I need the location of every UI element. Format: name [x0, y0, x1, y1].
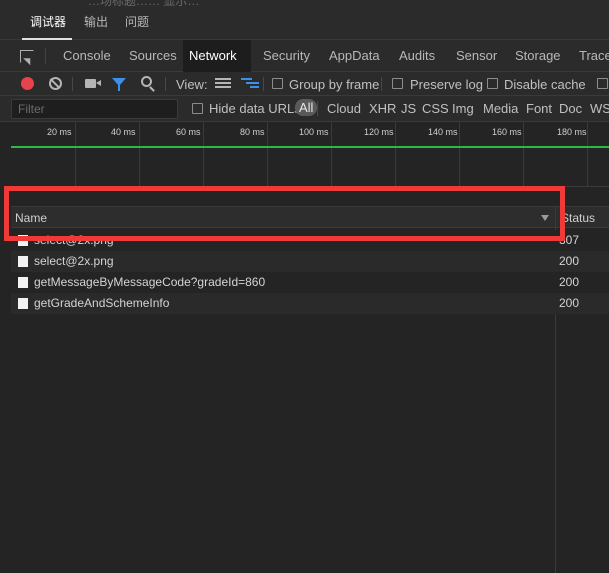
- tab-security[interactable]: Security: [257, 40, 316, 72]
- tab-problems[interactable]: 问题: [125, 13, 149, 30]
- tick-label: 60 ms: [176, 127, 201, 137]
- request-status: 200: [559, 254, 580, 268]
- grid-line: [395, 122, 396, 186]
- table-row[interactable]: getGradeAndSchemeInfo 200: [11, 293, 609, 314]
- grid-line: [267, 122, 268, 186]
- tick-label: 20 ms: [47, 127, 72, 137]
- divider: [317, 101, 318, 116]
- waterfall-icon[interactable]: [241, 78, 259, 89]
- camera-icon[interactable]: [85, 79, 101, 88]
- grid-line: [459, 122, 460, 186]
- file-icon: [18, 235, 28, 246]
- tab-console[interactable]: Console: [57, 40, 117, 72]
- grid-line: [139, 122, 140, 186]
- top-tab-bar: …场标题…… 显示… 调试器 输出 问题: [0, 0, 609, 40]
- preserve-log-label: Preserve log: [410, 77, 483, 92]
- request-name: select@2x.png: [34, 254, 114, 268]
- request-name: getMessageByMessageCode?gradeId=860: [34, 275, 266, 289]
- clear-icon[interactable]: [49, 77, 62, 90]
- tick-label: 180 ms: [557, 127, 587, 137]
- type-filter-js[interactable]: JS: [401, 101, 416, 116]
- grid-line: [203, 122, 204, 186]
- divider: [165, 77, 166, 91]
- grid-line: [75, 122, 76, 186]
- type-filter-font[interactable]: Font: [526, 101, 552, 116]
- grid-line: [523, 122, 524, 186]
- filter-input[interactable]: [11, 99, 178, 119]
- tab-storage[interactable]: Storage: [509, 40, 567, 72]
- background-text: …场标题…… 显示…: [88, 0, 200, 8]
- divider: [381, 77, 382, 91]
- tab-output[interactable]: 输出: [84, 13, 108, 30]
- grid-line: [331, 122, 332, 186]
- request-status: 200: [559, 296, 580, 310]
- type-filter-css[interactable]: CSS: [422, 101, 449, 116]
- file-icon: [18, 298, 28, 309]
- divider: [45, 48, 46, 64]
- overview-gutter: [0, 122, 11, 206]
- status-column-header[interactable]: Status: [561, 211, 595, 225]
- request-status: 200: [559, 275, 580, 289]
- table-row[interactable]: select@2x.png 307: [11, 230, 609, 251]
- load-event-line: [11, 146, 609, 148]
- name-column-header[interactable]: Name: [15, 211, 47, 225]
- record-icon[interactable]: [21, 77, 34, 90]
- filter-bar: Hide data URLs All Cloud XHR JS CSS Img …: [0, 96, 609, 122]
- tick-label: 40 ms: [111, 127, 136, 137]
- request-status: 307: [559, 233, 580, 247]
- divider: [263, 77, 264, 91]
- type-filter-all[interactable]: All: [295, 99, 318, 116]
- tab-audits[interactable]: Audits: [393, 40, 441, 72]
- file-icon: [18, 256, 28, 267]
- offline-checkbox[interactable]: [597, 78, 608, 89]
- divider: [72, 77, 73, 91]
- group-by-frame-label: Group by frame: [289, 77, 380, 92]
- tick-label: 160 ms: [492, 127, 522, 137]
- type-filter-cloud[interactable]: Cloud: [327, 101, 361, 116]
- tick-label: 140 ms: [428, 127, 458, 137]
- table-row[interactable]: select@2x.png 200: [11, 251, 609, 272]
- file-icon: [18, 277, 28, 288]
- tab-trace[interactable]: Trace: [573, 40, 609, 72]
- tab-sensor[interactable]: Sensor: [450, 40, 503, 72]
- filter-icon[interactable]: [112, 78, 126, 91]
- sort-arrow-icon[interactable]: [541, 215, 549, 221]
- inspect-icon[interactable]: [20, 50, 34, 63]
- tick-label: 100 ms: [299, 127, 329, 137]
- divider: [11, 186, 609, 187]
- tick-label: 80 ms: [240, 127, 265, 137]
- view-label: View:: [176, 77, 208, 92]
- group-by-frame-checkbox[interactable]: [272, 78, 283, 89]
- request-table-header: Name Status: [11, 206, 609, 228]
- grid-line: [587, 122, 588, 186]
- panel-tab-bar: Console Sources Network Security AppData…: [0, 40, 609, 72]
- request-name: select@2x.png: [34, 233, 114, 247]
- type-filter-media[interactable]: Media: [483, 101, 518, 116]
- disable-cache-label: Disable cache: [504, 77, 586, 92]
- tab-debugger[interactable]: 调试器: [30, 13, 66, 30]
- table-row[interactable]: getMessageByMessageCode?gradeId=860 200: [11, 272, 609, 293]
- hide-data-urls-label: Hide data URLs: [209, 101, 301, 116]
- tab-sources[interactable]: Sources: [123, 40, 183, 72]
- hide-data-urls-checkbox[interactable]: [192, 103, 203, 114]
- preserve-log-checkbox[interactable]: [392, 78, 403, 89]
- list-view-icon[interactable]: [215, 78, 231, 89]
- type-filter-doc[interactable]: Doc: [559, 101, 582, 116]
- tick-label: 120 ms: [364, 127, 394, 137]
- request-name: getGradeAndSchemeInfo: [34, 296, 170, 310]
- type-filter-img[interactable]: Img: [452, 101, 474, 116]
- type-filter-xhr[interactable]: XHR: [369, 101, 396, 116]
- timeline-overview[interactable]: 20 ms 40 ms 60 ms 80 ms 100 ms 120 ms 14…: [11, 122, 609, 206]
- type-filter-ws[interactable]: WS: [590, 101, 609, 116]
- tab-network[interactable]: Network: [183, 40, 251, 72]
- network-controls: View: Group by frame Preserve log Disabl…: [0, 72, 609, 96]
- disable-cache-checkbox[interactable]: [487, 78, 498, 89]
- tab-appdata[interactable]: AppData: [323, 40, 386, 72]
- search-icon[interactable]: [141, 76, 152, 87]
